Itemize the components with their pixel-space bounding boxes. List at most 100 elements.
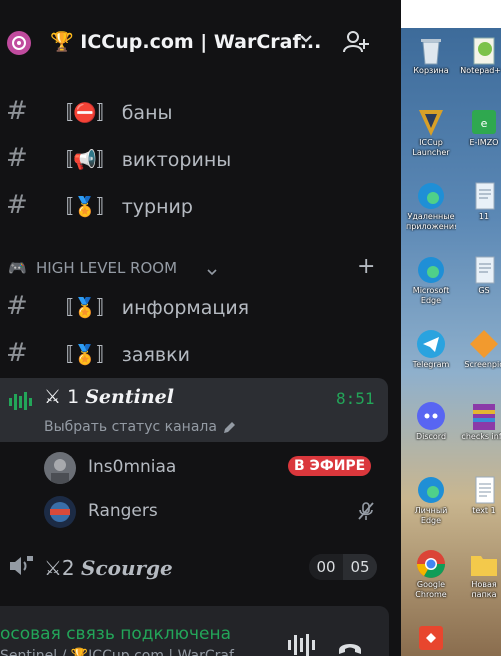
desktop-icon-label: ICCup Launcher	[412, 138, 450, 157]
live-badge: В ЭФИРЕ	[288, 456, 372, 476]
voice-channel-locked-icon	[8, 554, 34, 582]
channel-zayavki[interactable]: # 〚🏅〛 заявки	[0, 333, 401, 373]
chevron-down-icon	[206, 262, 218, 281]
user-count-current: 00	[309, 554, 343, 580]
edge-icon	[415, 254, 447, 286]
document-icon	[468, 254, 500, 286]
server-name[interactable]: 🏆 ICCup.com | WarCraf...	[50, 30, 321, 53]
category-name: HIGH LEVEL ROOM	[36, 259, 178, 277]
channel-turnir[interactable]: # 〚🏅〛 турнир	[0, 185, 401, 225]
voice-channel-name: Scourge	[81, 556, 173, 580]
desktop-icon-telegram[interactable]: Telegram	[406, 328, 456, 370]
desktop-icon-label: E-IMZO	[469, 138, 499, 147]
app-shortcut-icon	[415, 622, 447, 654]
desktop-icon-text-1[interactable]: text 1	[459, 474, 501, 516]
text-channel-icon: #	[6, 143, 28, 173]
desktop-icon-screenpic[interactable]: Screenpic	[459, 328, 501, 370]
voice-connected-channel[interactable]: Sentinel / 🏆ICCup.com | WarCraf	[0, 648, 234, 656]
archive-icon	[468, 400, 500, 432]
channel-brackets: 〚🏅〛	[54, 343, 116, 366]
channel-label: информация	[121, 296, 250, 319]
telegram-icon	[415, 328, 447, 360]
pencil-icon[interactable]	[222, 420, 236, 439]
voice-channel-scourge[interactable]: ⚔2 Scourge 00 05	[0, 548, 401, 588]
desktop-icon-label: Новая папка	[471, 580, 497, 599]
channel-label: турнир	[121, 195, 193, 218]
notepad-plus-icon	[468, 34, 500, 66]
desktop-icon-iccup-launcher[interactable]: ICCup Launcher	[406, 106, 456, 158]
voice-connected-text[interactable]: осовая связь подключена	[0, 624, 231, 644]
desktop-icon-google-chrome[interactable]: Google Chrome	[406, 548, 456, 600]
gamepad-icon: 🎮	[8, 259, 27, 277]
edge-remote-icon	[415, 180, 447, 212]
desktop-icon-new-folder[interactable]: Новая папка	[459, 548, 501, 600]
desktop-icon-microsoft-edge[interactable]: Microsoft Edge	[406, 254, 456, 306]
member-name: Rangers	[88, 501, 158, 521]
member-name: Ins0mniaa	[88, 457, 177, 477]
desktop-icon-label: Telegram	[412, 360, 450, 369]
svg-text:e: e	[481, 117, 488, 130]
desktop-icon-label: Microsoft Edge	[412, 286, 450, 305]
e-imzo-icon: e	[468, 106, 500, 138]
discord-icon	[415, 400, 447, 432]
desktop-icon-discord[interactable]: Discord	[406, 400, 456, 442]
desktop-icon-label: Удаленные приложения	[406, 212, 456, 231]
avatar	[44, 452, 76, 484]
desktop-icon-personal-edge[interactable]: Личный Edge	[406, 474, 456, 526]
channel-label: заявки	[121, 343, 190, 366]
invite-member-icon[interactable]	[342, 29, 370, 59]
disconnect-icon[interactable]	[337, 638, 363, 656]
user-count-limit: 05	[343, 554, 377, 580]
voice-channel-name: Sentinel	[85, 386, 174, 408]
channel-informaciya[interactable]: # 〚🏅〛 информация	[0, 286, 401, 326]
desktop-icon-label: Notepad++	[460, 66, 501, 75]
voice-connection-panel: осовая связь подключена Sentinel / 🏆ICCu…	[0, 606, 389, 656]
avatar	[44, 496, 76, 528]
desktop-icon-label: Личный Edge	[414, 506, 448, 525]
desktop-top-strip	[401, 0, 501, 28]
server-header[interactable]: 🏆 ICCup.com | WarCraf...	[0, 0, 401, 84]
voice-member-ins0mniaa[interactable]: Ins0mniaa В ЭФИРЕ	[0, 446, 401, 488]
muted-microphone-icon	[356, 501, 376, 525]
noise-suppression-icon[interactable]	[286, 632, 316, 656]
text-file-icon	[468, 474, 500, 506]
locked-text-channel-icon: #	[6, 190, 28, 220]
channel-brackets: 〚🏅〛	[54, 195, 116, 218]
chevron-down-icon[interactable]	[298, 31, 314, 51]
user-limit-badge: 00 05	[309, 554, 377, 580]
voice-channel-active-icon	[8, 390, 34, 416]
desktop-icon-checks-info[interactable]: checks info	[459, 400, 501, 442]
desktop-icon-label: Screenpic	[464, 360, 501, 369]
desktop-icon-label: GS	[478, 286, 490, 295]
desktop-icon-recycle-bin[interactable]: Корзина	[406, 34, 456, 76]
text-channel-icon: #	[6, 338, 28, 368]
voice-timer: 8:51	[336, 389, 375, 408]
set-channel-status[interactable]: Выбрать статус канала	[44, 419, 217, 435]
desktop-icon-11[interactable]: 11	[459, 180, 501, 222]
recycle-bin-icon	[415, 34, 447, 66]
desktop-icon-e-imzo[interactable]: e E-IMZO	[459, 106, 501, 148]
category-header[interactable]: 🎮 HIGH LEVEL ROOM +	[0, 250, 401, 284]
desktop-icon-remote-apps[interactable]: Удаленные приложения	[406, 180, 456, 232]
desktop-icon-gs[interactable]: GS	[459, 254, 501, 296]
folder-icon	[468, 548, 500, 580]
windows-desktop: Корзина Notepad++ ICCup Launcher e E-IMZ…	[401, 0, 501, 656]
create-channel-icon[interactable]: +	[357, 256, 375, 278]
iccup-launcher-icon	[415, 106, 447, 138]
channel-brackets: 〚📢〛	[54, 148, 116, 171]
desktop-icon-notepad-plus[interactable]: Notepad++	[459, 34, 501, 76]
channel-brackets: 〚🏅〛	[54, 296, 116, 319]
text-channel-icon: #	[6, 96, 28, 126]
desktop-icon-label: Корзина	[413, 66, 449, 75]
desktop-icon-label: Google Chrome	[415, 580, 447, 599]
voice-member-rangers[interactable]: Rangers	[0, 490, 401, 532]
voice-channel-sentinel[interactable]: ⚔ 1 Sentinel 8:51 Выбрать статус канала	[0, 378, 388, 442]
chrome-icon	[415, 548, 447, 580]
desktop-icon-partial[interactable]	[406, 622, 456, 654]
discord-channel-sidebar: 🏆 ICCup.com | WarCraf... # 〚⛔〛 баны # 〚📢…	[0, 0, 401, 656]
channel-viktoriny[interactable]: # 〚📢〛 викторины	[0, 138, 401, 178]
channel-bany[interactable]: # 〚⛔〛 баны	[0, 91, 401, 131]
locked-text-channel-icon: #	[6, 291, 28, 321]
voice-channel-prefix: ⚔2	[44, 556, 82, 580]
edge-icon	[415, 474, 447, 506]
